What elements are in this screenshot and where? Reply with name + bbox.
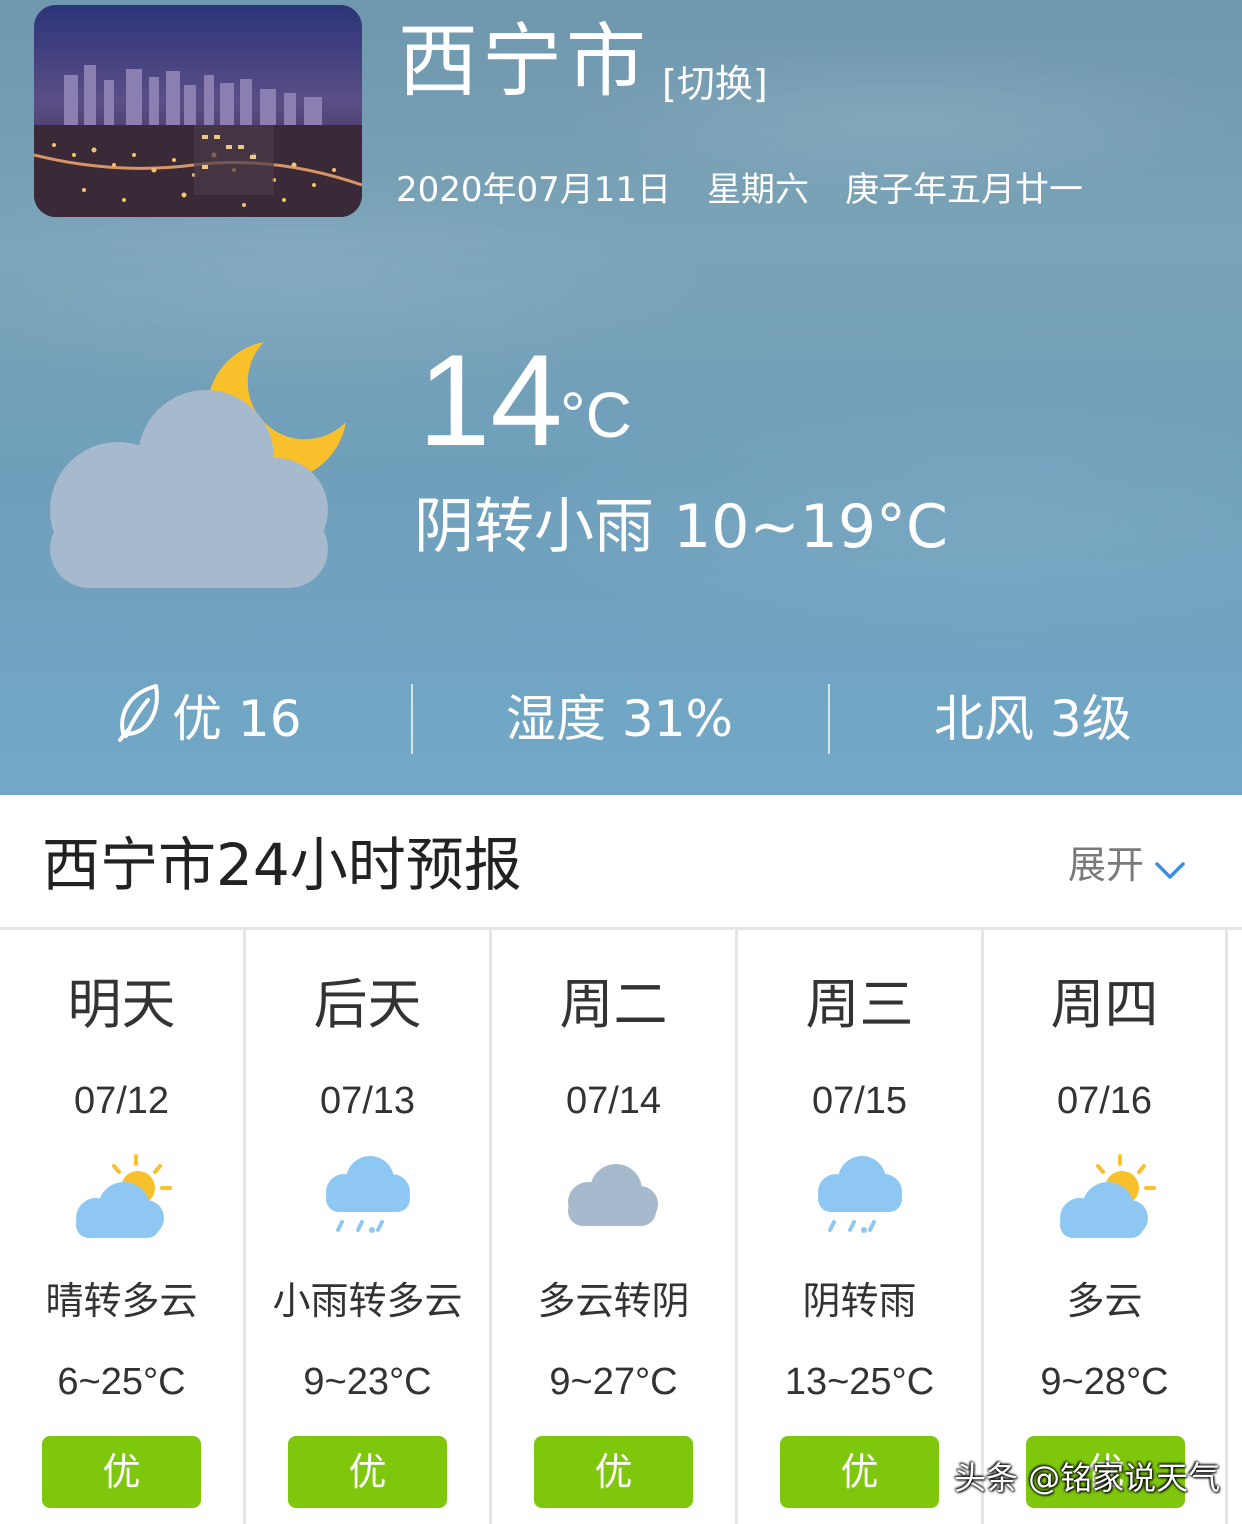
aqi-badge: 优 <box>534 1436 693 1508</box>
chevron-down-icon <box>1154 842 1186 894</box>
day-card[interactable]: 周四 07/16 多云 9~28°C 优 <box>984 930 1228 1524</box>
weekday-text: 星期六 <box>707 170 810 210</box>
switch-city-link[interactable]: [切换] <box>662 60 768 108</box>
day-card[interactable]: 周三 07/15 阴转雨 13~25°C 优 <box>738 930 984 1524</box>
current-temperature: 14 <box>418 327 563 473</box>
day-condition: 阴转雨 <box>802 1279 917 1323</box>
partly-sunny-icon <box>70 1152 176 1242</box>
day-date: 07/13 <box>319 1080 416 1122</box>
day-name: 周四 <box>1050 973 1159 1036</box>
day-condition: 多云转阴 <box>537 1279 690 1323</box>
lunar-date-text: 庚子年五月廿一 <box>845 170 1084 210</box>
day-date: 07/12 <box>73 1080 170 1122</box>
cloud-moon-icon <box>46 340 356 600</box>
day-card[interactable]: 后天 07/13 小雨转多云 9~23°C 优 <box>246 930 492 1524</box>
day-date: 07/16 <box>1056 1080 1153 1122</box>
aqi-stat[interactable]: 优 16 <box>116 680 302 758</box>
aqi-value: 优 16 <box>172 690 302 748</box>
temperature-unit: °C <box>560 379 632 451</box>
day-date: 07/14 <box>565 1080 662 1122</box>
city-name: 西宁市 <box>398 15 650 108</box>
expand-label: 展开 <box>1068 843 1145 887</box>
partly-sunny-icon <box>1054 1152 1160 1242</box>
date-text: 2020年07月11日 <box>396 170 672 210</box>
overcast-icon <box>562 1152 668 1242</box>
day-condition: 晴转多云 <box>45 1279 198 1323</box>
humidity-stat: 湿度 31% <box>506 690 734 748</box>
leaf-icon <box>116 682 162 764</box>
current-weather-panel: 西宁市 [切换] 2020年07月11日 星期六 庚子年五月廿一 14 °C 阴转小… <box>0 0 1242 795</box>
city-photo <box>34 5 362 217</box>
light-rain-icon <box>316 1152 422 1242</box>
aqi-badge: 优 <box>780 1436 939 1508</box>
day-card[interactable]: 周二 07/14 多云转阴 9~27°C 优 <box>492 930 738 1524</box>
day-card[interactable]: 明天 07/12 晴转多云 6~25°C 优 <box>0 930 246 1524</box>
divider <box>828 684 830 754</box>
date-line: 2020年07月11日 星期六 庚子年五月廿一 <box>396 168 1119 212</box>
day-temperature: 6~25°C <box>57 1361 186 1403</box>
day-temperature: 9~27°C <box>549 1361 678 1403</box>
rain-icon <box>808 1152 914 1242</box>
daily-forecast: 明天 07/12 晴转多云 6~25°C 优 后天 07/13 小雨转多云 9~… <box>0 930 1242 1524</box>
stats-bar: 优 16 湿度 31% 北风 3级 <box>0 680 1242 758</box>
day-temperature: 9~28°C <box>1040 1361 1169 1403</box>
forecast-header: 西宁市24小时预报 展开 <box>0 795 1242 930</box>
day-temperature: 13~25°C <box>784 1361 935 1403</box>
section-title: 西宁市24小时预报 <box>42 831 522 899</box>
aqi-badge: 优 <box>42 1436 201 1508</box>
aqi-badge: 优 <box>288 1436 447 1508</box>
divider <box>411 684 413 754</box>
expand-button[interactable]: 展开 <box>1068 839 1186 894</box>
day-name: 周二 <box>559 973 668 1036</box>
day-condition: 小雨转多云 <box>272 1279 463 1323</box>
day-condition: 多云 <box>1066 1279 1143 1323</box>
wind-stat: 北风 3级 <box>934 690 1132 748</box>
day-date: 07/15 <box>811 1080 908 1122</box>
day-name: 后天 <box>313 973 422 1036</box>
day-name: 周三 <box>805 973 914 1036</box>
condition-range: 阴转小雨 10~19°C <box>414 492 948 562</box>
watermark: 头条 @铭家说天气 <box>954 1459 1221 1497</box>
day-temperature: 9~23°C <box>303 1361 432 1403</box>
day-name: 明天 <box>67 973 176 1036</box>
